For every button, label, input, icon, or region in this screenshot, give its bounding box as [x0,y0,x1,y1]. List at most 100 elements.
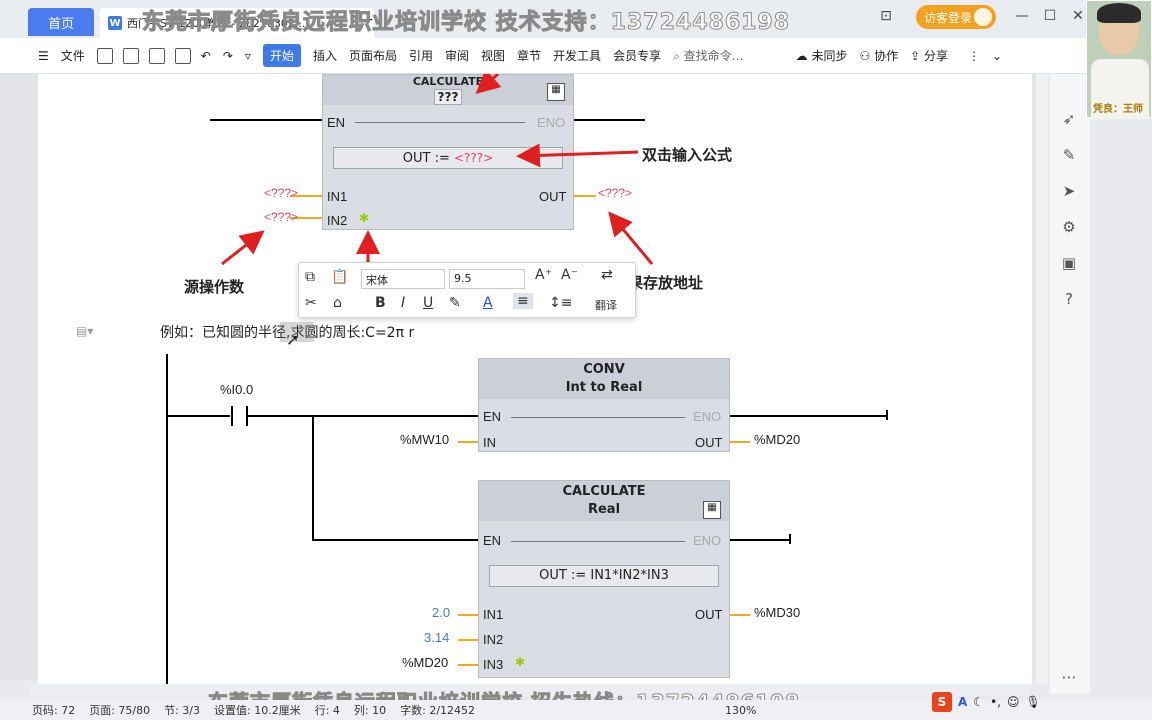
line-spacing-icon[interactable]: ↕≡ [549,295,572,311]
presenter-hair [1097,3,1141,23]
tab-start[interactable]: 开始 [262,44,301,67]
arrow-operand [221,230,265,266]
ime-toolbar: S A ☾ •, ☺ 🎙 [932,690,1050,714]
more-icon[interactable]: ▿ [245,49,251,63]
status-page-code[interactable]: 页码: 72 [32,702,75,718]
collab-button[interactable]: ⚇ 协作 [860,47,899,64]
italic-icon[interactable]: I [401,295,405,311]
paste-icon[interactable]: 📋 [331,269,348,285]
translate-label[interactable]: 翻译 [595,297,617,313]
translate-icon[interactable]: ⇄ [601,267,613,283]
calc-in2-wire [458,639,478,641]
collapse-ribbon-icon[interactable]: ⌄ [992,49,1002,63]
moon-icon[interactable]: ☾ [973,695,984,709]
calc-formula-box[interactable]: OUT := IN1*IN2*IN3 [489,565,719,587]
calc-out-value[interactable]: %MD30 [754,605,800,620]
undo-icon[interactable]: ↶ [201,49,211,63]
tab-member[interactable]: 会员专享 [613,47,661,64]
search-command[interactable]: ⌕ 查找命令… [673,47,744,64]
status-section: 节: 3/3 [164,704,201,717]
punctuation-icon[interactable]: •, [990,695,1001,709]
watermark-top: 东莞市厚街凭良远程职业培训学校 技术支持：13724486198 [141,10,791,36]
zoom-level[interactable]: 130% [725,704,756,717]
calc-pin-en: EN [483,533,502,548]
tab-developer[interactable]: 开发工具 [553,47,601,64]
sogou-ime-icon[interactable]: S [932,692,952,712]
pen-icon[interactable]: ✎ [1060,146,1078,164]
redo-icon[interactable]: ↷ [223,49,233,63]
tab-insert[interactable]: 插入 [313,47,337,64]
conv-out-wire [730,441,750,443]
calc-in3-value[interactable]: %MD20 [402,655,448,670]
status-page[interactable]: 页面: 75/80 [89,702,150,718]
vertical-scrollbar[interactable] [1036,74,1048,684]
format-brush-icon[interactable]: ⌂ [333,295,342,311]
print-icon[interactable] [148,47,165,64]
rung-segment-2 [248,415,478,417]
grow-font-icon[interactable]: A⁺ [535,267,552,283]
calc-in2-value[interactable]: 3.14 [424,630,449,645]
font-color-icon[interactable]: A [483,295,493,311]
more-sidebar-icon[interactable]: ⋯ [1060,668,1078,686]
conv-out-value[interactable]: %MD20 [754,432,800,447]
conv-pin-eno: ENO [693,409,722,424]
search-icon: ⌕ [673,49,680,63]
bold-icon[interactable]: B [375,295,386,311]
underline-icon[interactable]: U [423,295,433,311]
conv-in-value[interactable]: %MW10 [400,432,449,447]
mic-icon[interactable]: 🎙 [1025,695,1040,709]
floating-format-toolbar: ⧉ 📋 宋体 9.5 A⁺ A⁻ ⇄ ✂ ⌂ B I U ✎ A ≡ ↕≡ 翻译 [298,262,636,318]
tab-section[interactable]: 章节 [517,47,541,64]
highlight-icon[interactable]: ✎ [449,295,461,311]
tab-page-layout[interactable]: 页面布局 [349,47,397,64]
more-options-icon[interactable]: ⋮ [968,49,980,63]
window-layout-icon[interactable]: ⊡ [876,8,896,26]
format-painter-icon[interactable] [122,47,139,64]
unsync-label: 未同步 [811,49,848,63]
status-word-count[interactable]: 字数: 2/12452 [400,702,475,718]
rocket-icon[interactable]: ➶ [1060,110,1078,128]
document-page[interactable]: CALCULATE ??? ▦ EN ENO OUT := <???> IN1 … [38,74,1032,684]
share-button[interactable]: ⇪ 分享 [910,47,948,64]
save-icon[interactable] [96,47,113,64]
collab-label: 协作 [874,49,899,63]
font-select[interactable]: 宋体 [361,269,445,289]
close-icon[interactable]: ✕ [1068,8,1088,26]
unsync-button[interactable]: ☁ 未同步 [796,47,848,64]
archive-icon[interactable]: ▣ [1060,254,1078,272]
tab-review[interactable]: 审阅 [445,47,469,64]
cut-icon[interactable]: ✂ [305,295,317,311]
contact-left [231,406,233,426]
visitor-login-button[interactable]: 访客登录 [916,5,996,29]
print-preview-icon[interactable] [174,47,191,64]
pointer-icon[interactable]: ➤ [1060,182,1078,200]
calc-in1-value[interactable]: 2.0 [432,605,450,620]
adjust-icon[interactable]: ⚙ [1060,218,1078,236]
cloud-icon: ☁ [795,49,808,63]
tab-view[interactable]: 视图 [481,47,505,64]
add-input-icon[interactable]: ✱ [515,655,525,669]
calculator-icon[interactable]: ▦ [703,501,721,519]
minimize-icon[interactable]: — [1012,8,1032,26]
tab-references[interactable]: 引用 [409,47,433,64]
annotation-formula: 双击输入公式 [642,146,733,164]
font-size-select[interactable]: 9.5 [449,269,525,289]
tab-home[interactable]: 首页 [28,8,94,36]
maximize-icon[interactable]: ☐ [1040,8,1060,26]
calculate-block[interactable]: CALCULATE Real ▦ EN ENO OUT := IN1*IN2*I… [478,480,730,678]
conv-header: CONV Int to Real [479,359,729,399]
help-icon[interactable]: ? [1060,290,1078,308]
mouse-cursor-icon: ➚ [286,330,300,349]
calc-title: CALCULATE [562,484,646,499]
ime-mode-icon[interactable]: A [958,695,967,709]
paragraph-marker-icon[interactable]: ▤▾ [76,324,93,338]
shrink-font-icon[interactable]: A⁻ [561,267,578,283]
menu-hamburger-icon[interactable]: ☰ [38,49,49,63]
align-icon[interactable]: ≡ [513,293,533,309]
wps-writer-icon: W [108,16,122,30]
copy-icon[interactable]: ⧉ [305,269,315,285]
emoji-icon[interactable]: ☺ [1007,695,1020,709]
calc-in1-wire [458,614,478,616]
conv-block[interactable]: CONV Int to Real EN ENO IN OUT [478,358,730,452]
file-menu[interactable]: 文件 [61,47,85,64]
